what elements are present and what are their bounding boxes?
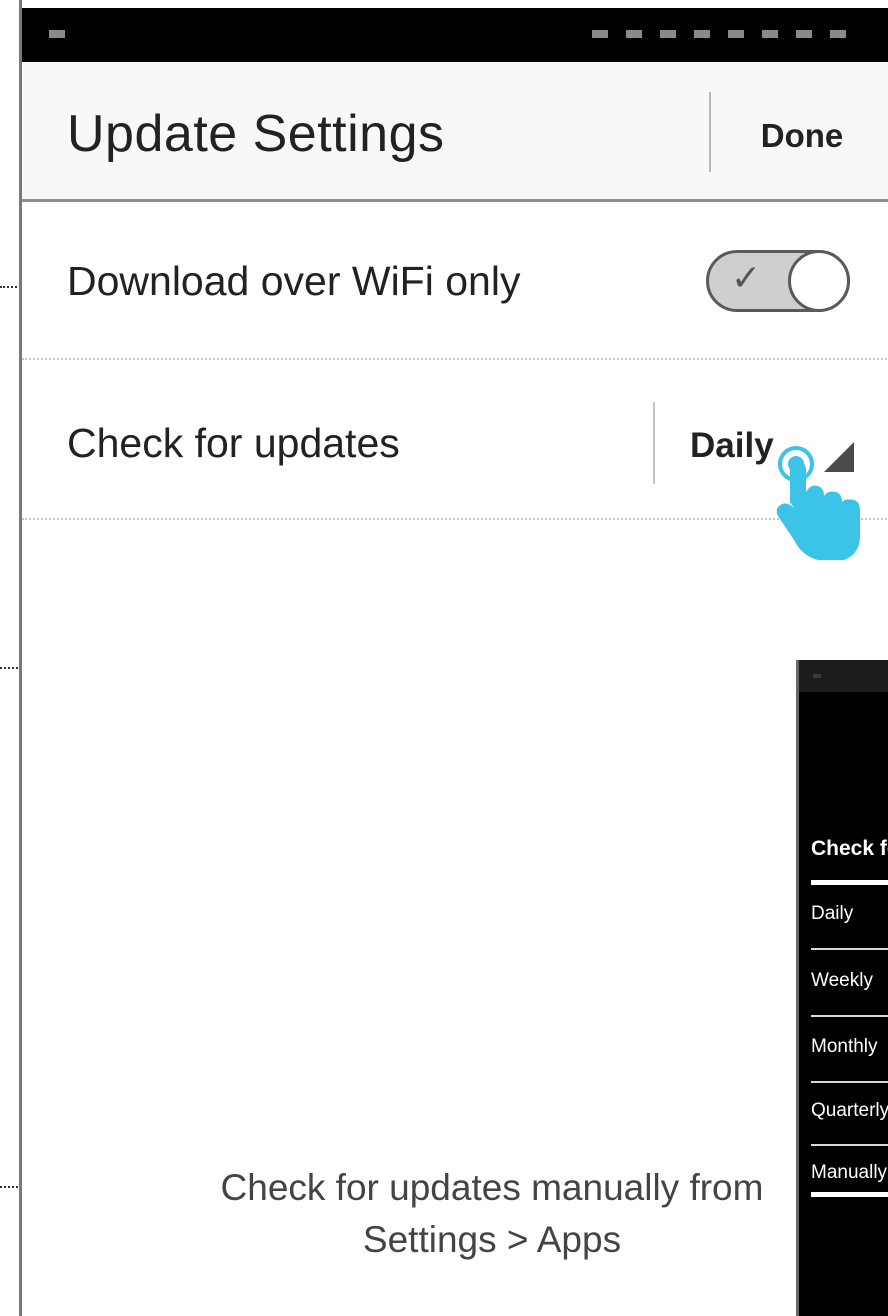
wifi-only-toggle[interactable]: ✓ xyxy=(706,250,850,312)
picker-option-quarterly[interactable]: Quarterly xyxy=(811,1100,888,1122)
preview-status-bar xyxy=(799,660,888,692)
note-line-2: Settings > Apps xyxy=(362,1219,622,1260)
picker-option-weekly[interactable]: Weekly xyxy=(811,970,873,992)
picker-option-divider xyxy=(811,948,888,950)
canvas: Update Settings Done Download over WiFi … xyxy=(0,0,888,1316)
status-indicator xyxy=(49,30,65,38)
status-indicator xyxy=(830,30,846,38)
select-divider xyxy=(653,402,655,484)
check-for-updates-label: Check for updates xyxy=(67,420,400,466)
status-indicator xyxy=(626,30,642,38)
note-line-1: Check for updates manually from xyxy=(220,1167,764,1208)
toggle-knob xyxy=(788,250,850,312)
status-indicator xyxy=(796,30,812,38)
update-frequency-value: Daily xyxy=(690,426,774,465)
picker-bottom-rule xyxy=(811,1192,888,1197)
status-indicator xyxy=(694,30,710,38)
wifi-only-label: Download over WiFi only xyxy=(67,258,521,304)
done-button[interactable]: Done xyxy=(727,114,877,158)
picker-option-daily[interactable]: Daily xyxy=(811,903,853,925)
phone-screen: Update Settings Done Download over WiFi … xyxy=(19,0,888,1316)
page-title: Update Settings xyxy=(67,105,445,163)
status-indicator xyxy=(592,30,608,38)
picker-title-rule xyxy=(811,880,888,885)
preview-status-indicator xyxy=(813,674,821,678)
status-indicator xyxy=(728,30,744,38)
frequency-picker-preview: Check for updates Daily Weekly Monthly Q… xyxy=(796,660,888,1316)
status-indicator xyxy=(762,30,778,38)
header: Update Settings Done xyxy=(22,62,888,202)
status-bar xyxy=(22,8,888,62)
picker-option-divider xyxy=(811,1144,888,1146)
picker-option-divider xyxy=(811,1081,888,1083)
picker-option-manually[interactable]: Manually xyxy=(811,1162,887,1184)
hand-pointer-icon xyxy=(776,446,860,560)
row-divider xyxy=(22,518,888,520)
picker-option-monthly[interactable]: Monthly xyxy=(811,1036,878,1058)
header-divider xyxy=(709,92,711,172)
manual-check-note: Check for updates manually from Settings… xyxy=(142,1162,842,1266)
check-icon: ✓ xyxy=(731,257,762,298)
status-indicator xyxy=(660,30,676,38)
picker-option-divider xyxy=(811,1015,888,1017)
picker-title: Check for updates xyxy=(811,837,888,860)
row-divider xyxy=(22,358,888,360)
